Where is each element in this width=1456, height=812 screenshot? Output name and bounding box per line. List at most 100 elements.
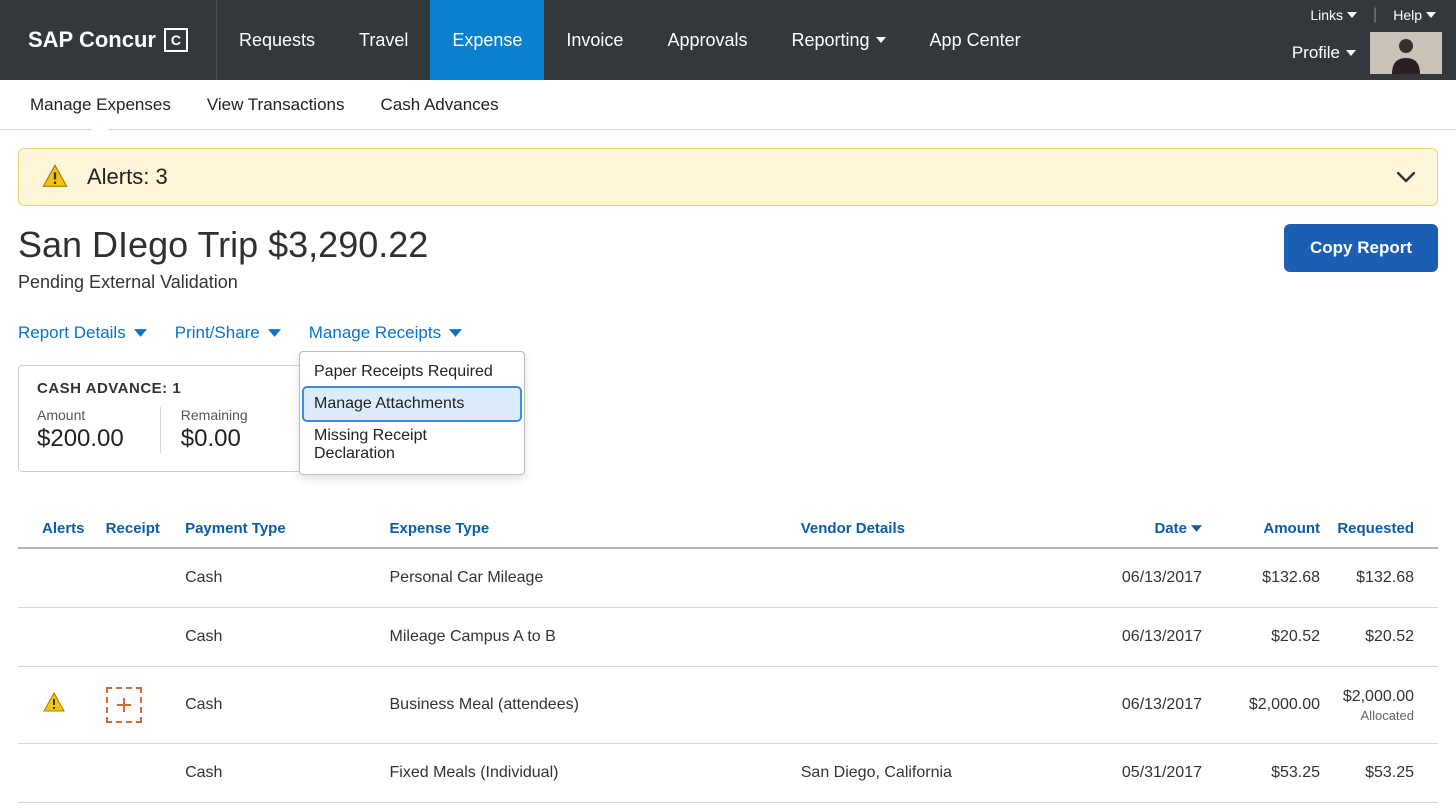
cell-date: 06/13/2017 [1082,667,1210,744]
caret-down-icon [268,329,281,337]
nav-label: App Center [930,30,1021,51]
help-menu[interactable]: Help [1393,7,1436,23]
help-label: Help [1393,7,1422,23]
cell-requested: $53.25 [1328,744,1438,803]
cell-expense-type: Mileage Campus A to B [382,608,793,667]
links-label: Links [1310,7,1343,23]
report-details-menu[interactable]: Report Details [18,323,147,343]
avatar-image [1370,32,1442,74]
add-receipt-button[interactable] [106,687,142,723]
nav-item-travel[interactable]: Travel [337,0,430,80]
col-amount[interactable]: Amount [1210,510,1328,548]
cell-requested: $132.68 [1328,548,1438,608]
dropdown-item-manage-attachments[interactable]: Manage Attachments [304,388,520,420]
expense-table: Alerts Receipt Payment Type Expense Type… [18,510,1438,803]
manage-receipts-menu[interactable]: Manage Receipts [309,323,462,343]
warning-icon [41,163,69,191]
nav-label: Approvals [667,30,747,51]
cell-alerts [18,548,98,608]
manage-receipts-label: Manage Receipts [309,323,441,343]
print-share-label: Print/Share [175,323,260,343]
cell-payment: Cash [177,608,381,667]
cell-receipt [98,744,177,803]
cell-date: 06/13/2017 [1082,608,1210,667]
nav-item-approvals[interactable]: Approvals [645,0,769,80]
sub-tabs: Manage Expenses View Transactions Cash Adv… [0,80,1456,130]
cell-vendor: San Diego, California [793,744,1082,803]
sub-tab-cash-advances[interactable]: Cash Advances [380,95,498,115]
cell-payment: Cash [177,744,381,803]
nav-item-reporting[interactable]: Reporting [770,0,908,80]
col-date-label: Date [1154,520,1187,537]
cell-alerts [18,608,98,667]
cell-amount: $132.68 [1210,548,1328,608]
cell-expense-type: Fixed Meals (Individual) [382,744,793,803]
cell-vendor [793,667,1082,744]
col-expense-type[interactable]: Expense Type [382,510,793,548]
sub-tab-manage-expenses[interactable]: Manage Expenses [30,95,171,115]
caret-down-icon [1426,12,1436,18]
nav-item-requests[interactable]: Requests [217,0,337,80]
caret-down-icon [1346,50,1356,56]
title-row: San DIego Trip $3,290.22 Pending Externa… [18,224,1438,293]
cell-receipt [98,667,177,744]
alerts-banner[interactable]: Alerts: 3 [18,148,1438,206]
table-header-row: Alerts Receipt Payment Type Expense Type… [18,510,1438,548]
cell-requested: $20.52 [1328,608,1438,667]
divider: | [1373,6,1377,24]
nav-item-app-center[interactable]: App Center [908,0,1043,80]
col-alerts[interactable]: Alerts [18,510,98,548]
cash-amount-value: $200.00 [37,425,124,453]
col-receipt[interactable]: Receipt [98,510,177,548]
avatar[interactable] [1370,32,1442,74]
nav-label: Expense [452,30,522,51]
content: Alerts: 3 San DIego Trip $3,290.22 Pendi… [0,130,1456,803]
sort-desc-icon [1191,525,1202,532]
logo-text: SAP Concur [28,27,156,53]
table-row[interactable]: CashFixed Meals (Individual)San Diego, C… [18,744,1438,803]
cash-remaining-label: Remaining [181,407,248,423]
nav-item-invoice[interactable]: Invoice [544,0,645,80]
chevron-down-icon[interactable] [1397,172,1415,183]
logo[interactable]: SAP Concur C [0,0,216,80]
cash-remaining-value: $0.00 [181,425,248,453]
cell-alerts [18,667,98,744]
cash-amount-label: Amount [37,407,124,423]
caret-down-icon [876,37,886,43]
nav-item-expense[interactable]: Expense [430,0,544,80]
cash-advance-title: CASH ADVANCE: 1 [37,380,339,397]
dropdown-item-paper-receipts-required[interactable]: Paper Receipts Required [304,356,520,388]
table-row[interactable]: CashBusiness Meal (attendees)06/13/2017$… [18,667,1438,744]
cell-expense-type: Business Meal (attendees) [382,667,793,744]
warning-icon [42,691,66,715]
profile-menu[interactable]: Profile [1292,43,1356,63]
caret-down-icon [1347,12,1357,18]
copy-report-button[interactable]: Copy Report [1284,224,1438,272]
cell-amount: $53.25 [1210,744,1328,803]
cell-amount: $20.52 [1210,608,1328,667]
action-row: Report Details Print/Share Manage Receip… [18,323,1438,343]
cell-amount: $2,000.00 [1210,667,1328,744]
cell-requested: $2,000.00Allocated [1328,667,1438,744]
col-payment[interactable]: Payment Type [177,510,381,548]
sub-tab-view-transactions[interactable]: View Transactions [207,95,345,115]
main-nav: Requests Travel Expense Invoice Approvals Rep… [216,0,1043,80]
col-requested[interactable]: Requested [1328,510,1438,548]
cell-alerts [18,744,98,803]
cell-payment: Cash [177,667,381,744]
col-date[interactable]: Date [1082,510,1210,548]
table-row[interactable]: CashMileage Campus A to B06/13/2017$20.5… [18,608,1438,667]
nav-label: Travel [359,30,408,51]
print-share-menu[interactable]: Print/Share [175,323,281,343]
plus-icon [115,696,133,714]
dropdown-item-missing-receipt-declaration[interactable]: Missing Receipt Declaration [304,420,520,470]
top-right: Links | Help Profile [1292,0,1456,80]
col-vendor[interactable]: Vendor Details [793,510,1082,548]
allocated-label: Allocated [1336,708,1414,723]
links-menu[interactable]: Links [1310,7,1357,23]
cell-vendor [793,548,1082,608]
nav-label: Invoice [566,30,623,51]
cell-date: 06/13/2017 [1082,548,1210,608]
cell-receipt [98,548,177,608]
table-row[interactable]: CashPersonal Car Mileage06/13/2017$132.6… [18,548,1438,608]
